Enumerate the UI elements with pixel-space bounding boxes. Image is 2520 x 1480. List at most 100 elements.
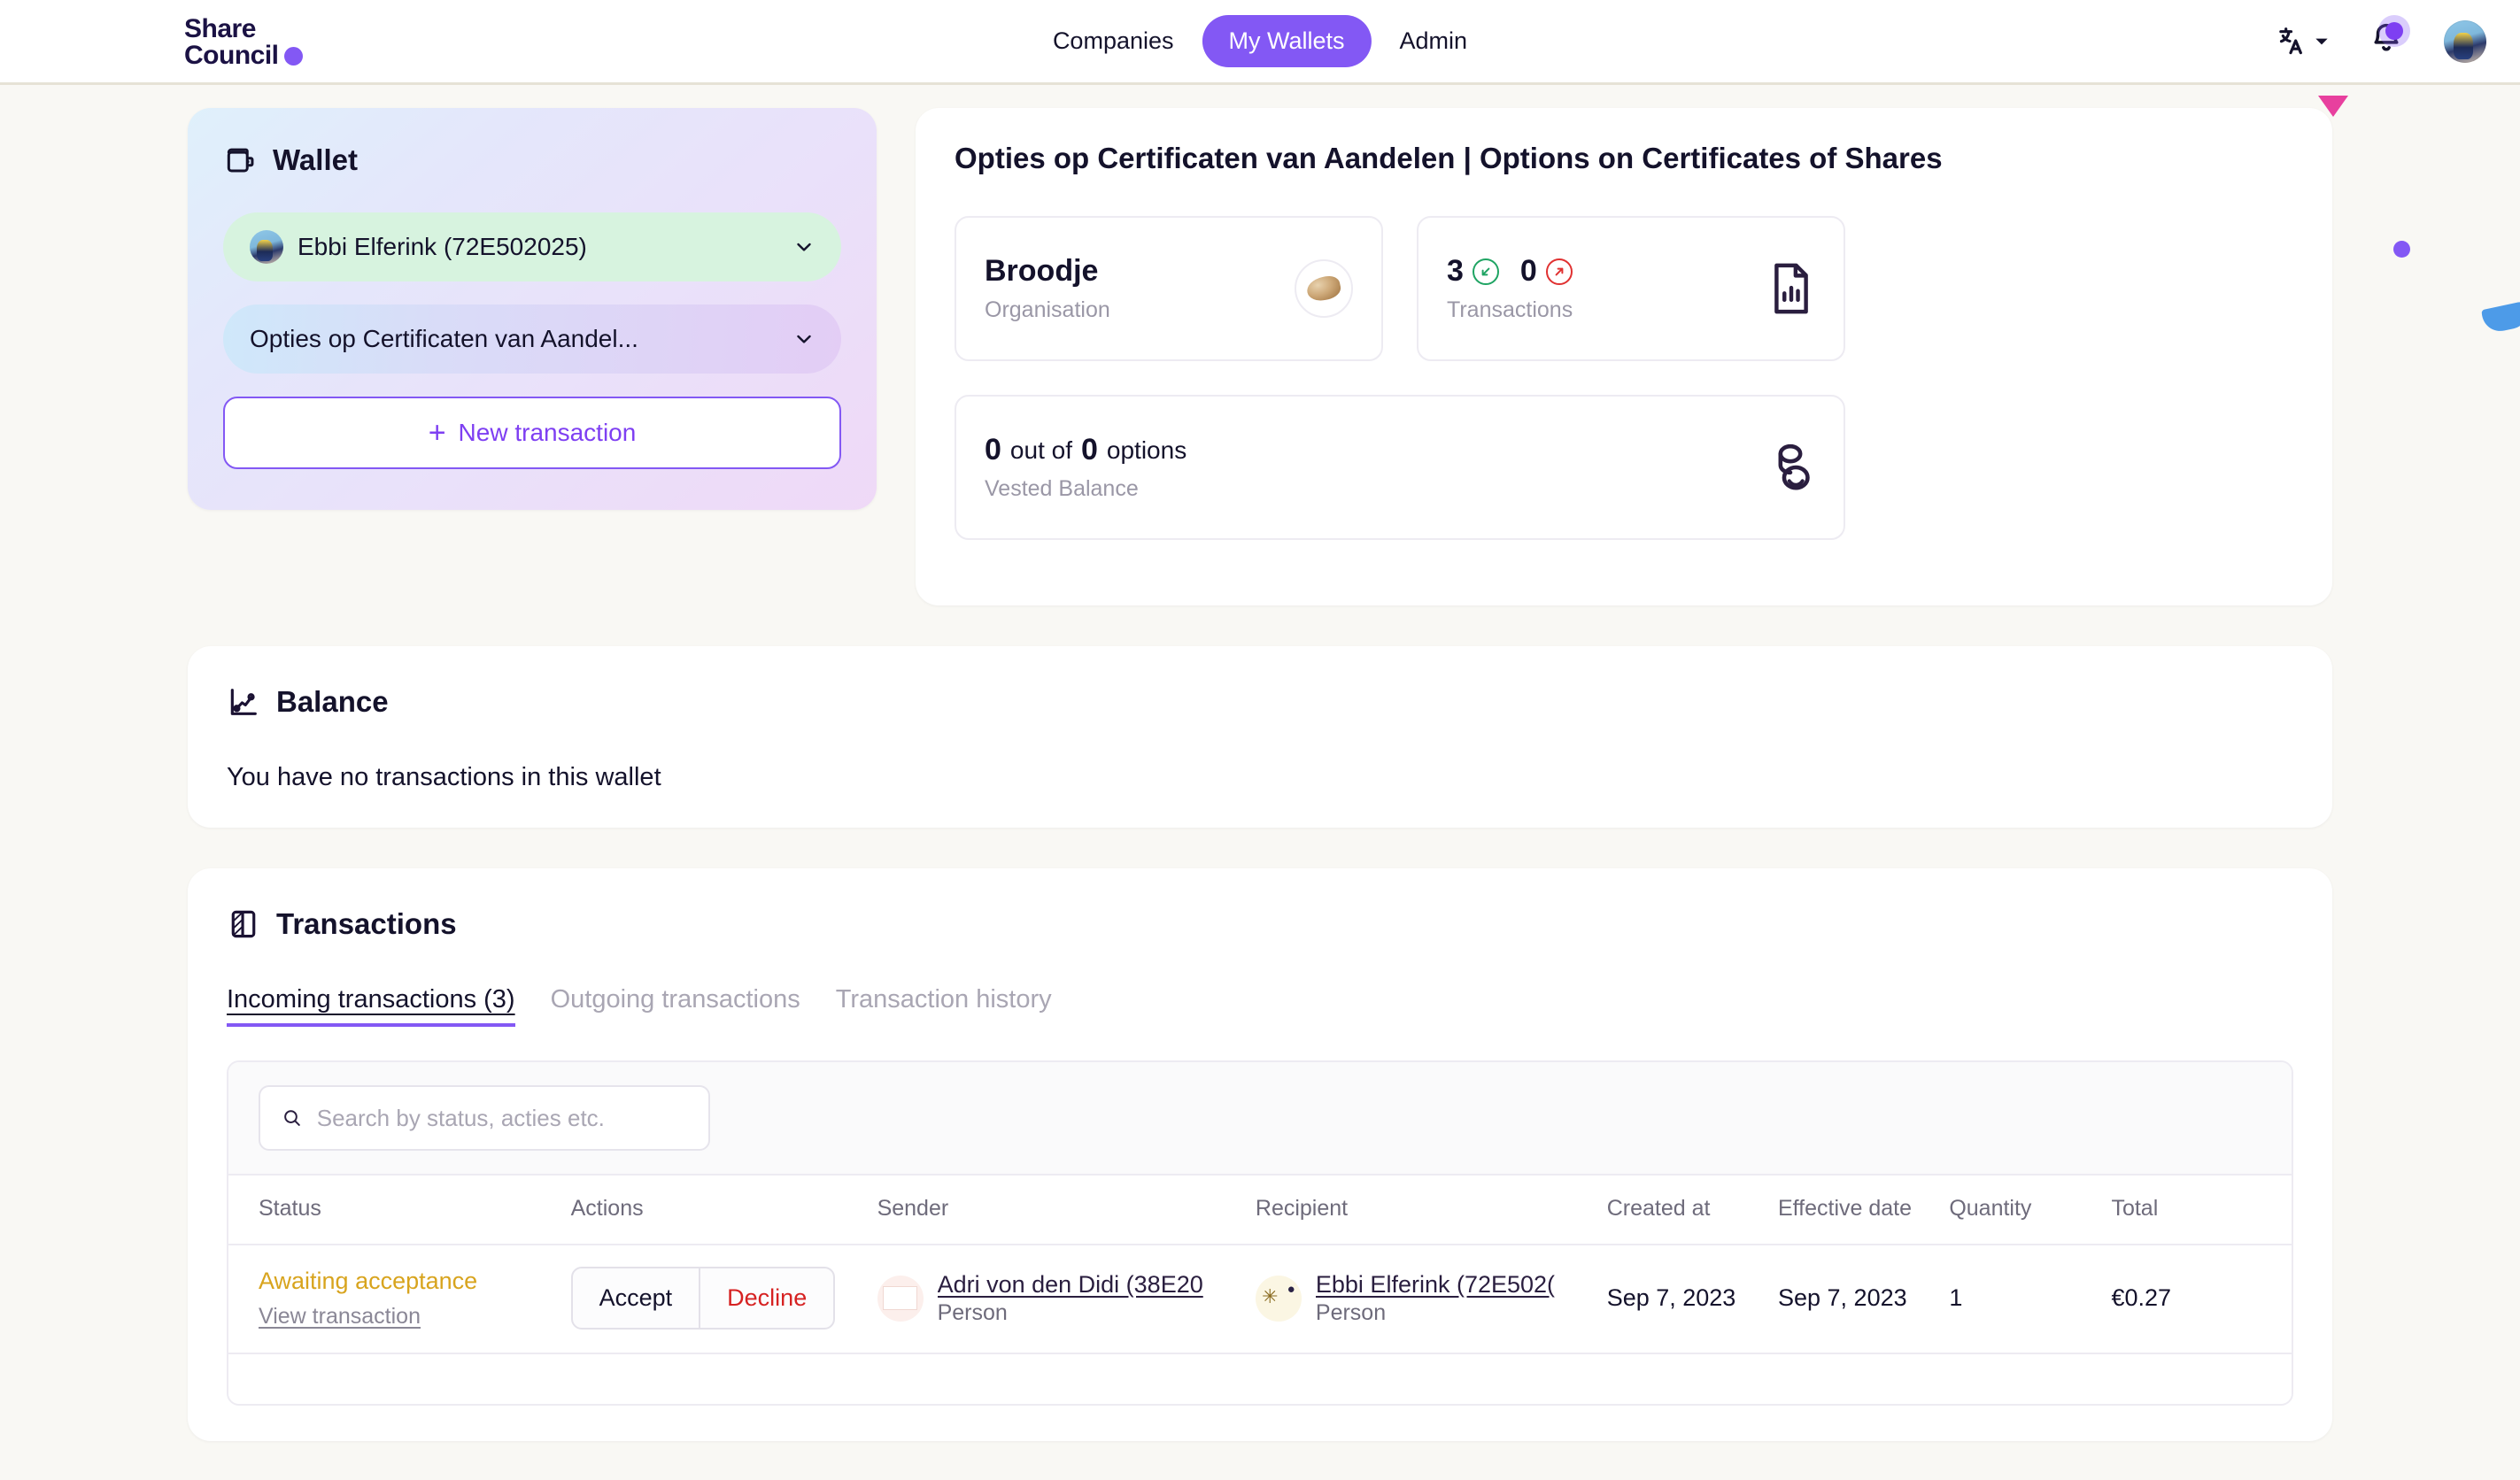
wallet-person-value: Ebbi Elferink (72E502025)	[298, 233, 587, 260]
table-header-row: Status Actions Sender Recipient Created …	[228, 1176, 2292, 1246]
coins-icon	[1778, 443, 1810, 490]
stat-card-transactions: 3 0 Transactions	[1417, 216, 1845, 361]
transactions-title: Transactions	[276, 907, 457, 940]
brand-logo[interactable]: Share Council	[184, 16, 303, 69]
wallet-person-select[interactable]: Ebbi Elferink (72E502025)	[223, 212, 841, 281]
action-button-group: Accept Decline	[570, 1267, 836, 1330]
recipient-link[interactable]: Ebbi Elferink (72E502(	[1316, 1271, 1555, 1299]
cell-actions: Accept Decline	[570, 1245, 877, 1355]
app-header: Share Council Companies My Wallets Admin	[0, 0, 2520, 85]
incoming-count: 3	[1447, 254, 1464, 288]
outgoing-arrow-icon	[1545, 258, 1573, 285]
sandwich-icon	[1304, 274, 1343, 304]
transactions-icon	[231, 910, 256, 938]
col-recipient: Recipient	[1255, 1176, 1607, 1246]
chevron-down-icon	[2315, 38, 2328, 44]
brand-dot-icon	[283, 47, 303, 66]
view-transaction-link[interactable]: View transaction	[259, 1304, 421, 1329]
stat-card-vested-balance: 0 out of 0 options Vested Balance	[955, 395, 1845, 540]
wallet-type-select[interactable]: Opties op Certificaten van Aandel...	[223, 304, 841, 374]
new-transaction-label: New transaction	[458, 419, 637, 446]
status-badge: Awaiting acceptance	[259, 1267, 478, 1294]
wallet-card: Wallet Ebbi Elferink (72E502025) Opties …	[188, 108, 877, 510]
wallet-type-value: Opties op Certificaten van Aandel...	[250, 325, 638, 352]
nav-item-my-wallets[interactable]: My Wallets	[1202, 15, 1372, 67]
cell-quantity: 1	[1949, 1245, 2112, 1355]
vested-amount: 0	[985, 433, 1001, 466]
table-row-partial[interactable]	[228, 1354, 2292, 1405]
vested-balance-label: Vested Balance	[985, 476, 1139, 501]
col-sender: Sender	[877, 1176, 1256, 1246]
notification-badge	[2378, 15, 2410, 47]
incoming-arrow-icon	[1472, 258, 1499, 285]
col-total: Total	[2111, 1176, 2292, 1246]
stat-card-organisation: Broodje Organisation	[955, 216, 1383, 361]
organisation-name: Broodje	[985, 254, 1099, 288]
transactions-table-body: Awaiting acceptance View transaction Acc…	[228, 1245, 2292, 1355]
balance-section: Balance You have no transactions in this…	[188, 646, 2332, 828]
notifications-button[interactable]	[2368, 15, 2410, 62]
translate-icon	[2279, 27, 2302, 54]
recipient-text: Ebbi Elferink (72E502( Person	[1316, 1271, 1555, 1326]
sender-link[interactable]: Adri von den Didi (38E20	[938, 1271, 1203, 1299]
brand-line-2: Council	[184, 41, 279, 70]
stat-card-vested-text: 0 out of 0 options Vested Balance	[985, 433, 1187, 502]
line-chart-icon	[230, 689, 257, 715]
chevron-down-icon	[797, 243, 811, 251]
top-row: Wallet Ebbi Elferink (72E502025) Opties …	[0, 85, 2520, 605]
transactions-table: Status Actions Sender Recipient Created …	[228, 1176, 2292, 1355]
search-input[interactable]	[316, 1104, 687, 1132]
wallet-person-avatar	[250, 230, 283, 264]
stat-card-organisation-text: Broodje Organisation	[985, 254, 1110, 323]
col-effective-date: Effective date	[1778, 1176, 1950, 1246]
tab-outgoing-transactions[interactable]: Outgoing transactions	[551, 985, 800, 1027]
sender-party: Adri von den Didi (38E20 Person	[877, 1271, 1256, 1326]
col-status: Status	[228, 1176, 571, 1246]
cell-sender: Adri von den Didi (38E20 Person	[877, 1245, 1256, 1355]
balance-section-header: Balance	[227, 685, 2293, 719]
header-actions	[2276, 15, 2486, 63]
tab-transaction-history[interactable]: Transaction history	[836, 985, 1052, 1027]
decorative-circle-icon	[2393, 241, 2410, 258]
transactions-section: Transactions Incoming transactions (3) O…	[188, 868, 2332, 1442]
accept-button[interactable]: Accept	[573, 1268, 701, 1329]
wallet-icon	[227, 148, 254, 173]
language-selector[interactable]	[2276, 24, 2329, 59]
nav-item-admin[interactable]: Admin	[1380, 15, 1488, 67]
tab-incoming-transactions[interactable]: Incoming transactions (3)	[227, 985, 515, 1027]
brand-line-1: Share	[184, 14, 256, 43]
vested-total: 0	[1080, 433, 1098, 466]
cell-created-at: Sep 7, 2023	[1606, 1245, 1778, 1355]
search-box[interactable]	[259, 1085, 710, 1151]
transaction-counts: 3 0	[1447, 254, 1573, 289]
balance-title: Balance	[276, 685, 389, 718]
decline-button[interactable]: Decline	[700, 1268, 833, 1328]
chevron-down-icon	[797, 335, 811, 343]
plus-icon: +	[428, 416, 446, 450]
recipient-avatar	[1255, 1275, 1302, 1322]
brand-logo-text: Share Council	[184, 16, 279, 69]
nav-item-companies[interactable]: Companies	[1033, 15, 1194, 67]
stat-card-grid: Broodje Organisation 3 0 Transactions 0 …	[955, 216, 2293, 540]
sender-text: Adri von den Didi (38E20 Person	[938, 1271, 1203, 1326]
cell-status: Awaiting acceptance View transaction	[228, 1245, 571, 1355]
balance-empty-message: You have no transactions in this wallet	[227, 763, 661, 791]
col-quantity: Quantity	[1949, 1176, 2112, 1246]
vested-unit-label: options	[1106, 436, 1187, 464]
main-nav: Companies My Wallets Admin	[1033, 15, 1487, 67]
vested-balance-value: 0 out of 0 options	[985, 433, 1187, 467]
user-avatar[interactable]	[2444, 19, 2486, 63]
table-row[interactable]: Awaiting acceptance View transaction Acc…	[228, 1245, 2292, 1355]
organisation-label: Organisation	[985, 297, 1110, 322]
outgoing-count: 0	[1519, 254, 1537, 288]
document-chart-icon	[1774, 263, 1808, 314]
cell-recipient: Ebbi Elferink (72E502( Person	[1255, 1245, 1607, 1355]
col-actions: Actions	[570, 1176, 877, 1246]
sender-type: Person	[937, 1299, 1008, 1325]
wallet-detail-panel: Opties op Certificaten van Aandelen | Op…	[916, 108, 2332, 605]
new-transaction-button[interactable]: + New transaction	[223, 397, 841, 469]
search-icon	[284, 1110, 300, 1126]
sender-avatar	[877, 1275, 924, 1322]
organisation-avatar-icon	[1295, 259, 1353, 318]
page-content: Wallet Ebbi Elferink (72E502025) Opties …	[0, 85, 2520, 1442]
